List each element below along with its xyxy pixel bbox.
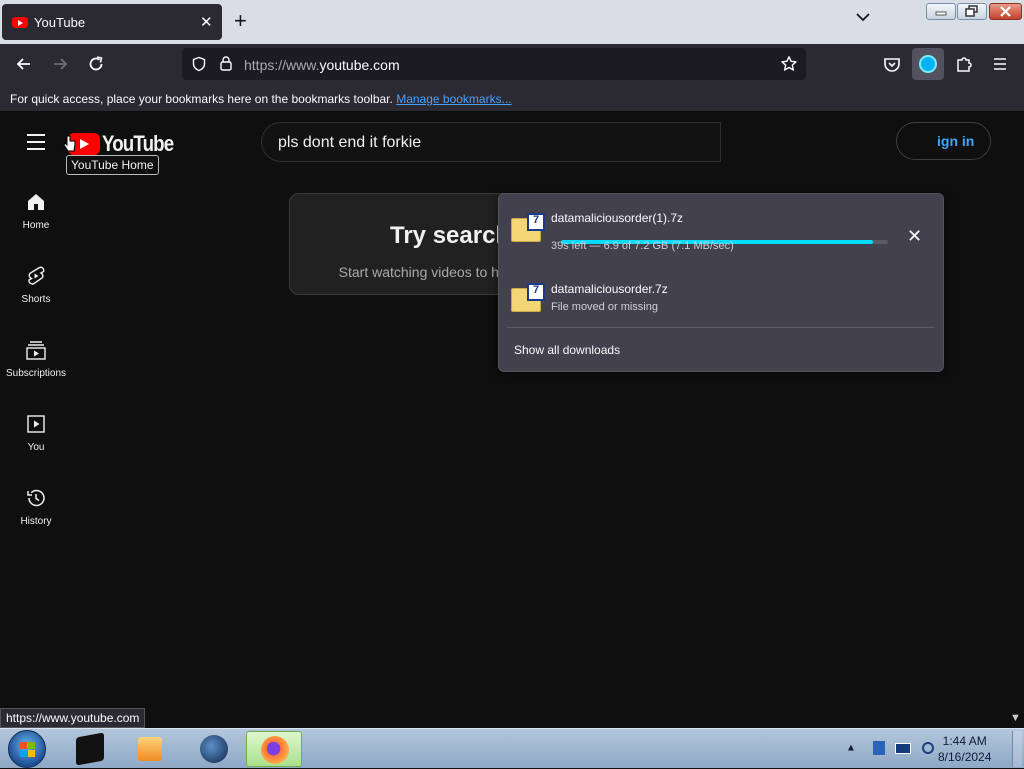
url-text[interactable]: https://www.youtube.com	[244, 57, 400, 73]
taskbar-app-media-player[interactable]	[122, 731, 178, 767]
bookmarks-toolbar: For quick access, place your bookmarks h…	[0, 84, 1024, 112]
hand-cursor-icon	[62, 134, 78, 154]
new-tab-button[interactable]: +	[234, 10, 247, 32]
extensions-button[interactable]	[954, 54, 974, 74]
youtube-page: YouTube YouTube Home pls dont end it for…	[0, 112, 1024, 728]
sidebar-item-you[interactable]: You	[0, 412, 72, 453]
sign-in-button[interactable]: ign in	[896, 122, 991, 160]
address-bar[interactable]: https://www.youtube.com	[182, 48, 806, 80]
system-tray: ▲	[846, 741, 935, 755]
sidebar-item-subscriptions[interactable]: Subscriptions	[0, 338, 72, 379]
taskbar-app-terminal[interactable]	[62, 731, 118, 767]
sidebar-item-shorts[interactable]: Shorts	[0, 264, 72, 305]
cancel-download-button[interactable]: ✕	[907, 226, 922, 247]
shield-icon[interactable]	[191, 56, 207, 72]
puzzle-icon	[957, 57, 972, 72]
download-status: 39s left — 6.9 of 7.2 GB (7.1 MB/sec)	[551, 240, 734, 252]
forward-button[interactable]	[50, 54, 70, 74]
arrow-left-icon	[16, 58, 30, 70]
app-menu-button[interactable]	[990, 54, 1010, 74]
archive-file-icon	[511, 213, 545, 242]
youtube-wordmark: YouTube	[102, 131, 174, 156]
firefox-icon	[261, 736, 289, 764]
taskbar-app-globe[interactable]	[186, 731, 242, 767]
tab-youtube[interactable]: YouTube ✕	[2, 4, 222, 40]
download-item[interactable]: datamaliciousorder.7z File moved or miss…	[509, 274, 933, 334]
manage-bookmarks-link[interactable]: Manage bookmarks...	[396, 92, 511, 106]
hamburger-icon	[994, 58, 1006, 70]
divider	[507, 327, 935, 328]
archive-file-icon	[511, 283, 545, 312]
chevron-down-icon	[856, 13, 870, 22]
minimize-icon	[935, 11, 947, 16]
download-item[interactable]: datamaliciousorder(1).7z 39s left — 6.9 …	[509, 204, 933, 264]
tab-close-button[interactable]: ✕	[200, 13, 213, 31]
tab-strip: YouTube ✕ +	[0, 0, 1024, 44]
sidebar-item-home[interactable]: Home	[0, 190, 72, 231]
sidebar-label-shorts: Shorts	[21, 294, 51, 305]
clock[interactable]: 1:44 AM 8/16/2024	[938, 734, 991, 764]
downloads-panel: datamaliciousorder(1).7z 39s left — 6.9 …	[498, 193, 944, 372]
clock-date: 8/16/2024	[938, 750, 992, 764]
search-input[interactable]: pls dont end it forkie	[278, 134, 421, 152]
bookmark-star-icon[interactable]	[780, 55, 798, 73]
start-button[interactable]	[8, 730, 46, 768]
terminal-box-icon	[76, 732, 104, 766]
show-all-downloads-button[interactable]: Show all downloads	[514, 343, 620, 357]
window-minimize-button[interactable]	[926, 3, 956, 20]
clock-time: 1:44 AM	[942, 734, 987, 748]
history-icon	[24, 486, 48, 510]
download-progress-icon	[919, 55, 937, 73]
pocket-button[interactable]	[882, 54, 902, 74]
youtube-favicon-icon	[12, 17, 28, 28]
globe-icon	[200, 735, 228, 763]
sidebar-label-home: Home	[22, 220, 50, 231]
sidebar-label-history: History	[20, 516, 52, 527]
network-icon[interactable]	[895, 742, 912, 754]
home-icon	[24, 190, 48, 214]
link-status-url: https://www.youtube.com	[0, 708, 146, 728]
guide-menu-button[interactable]	[27, 134, 45, 155]
you-icon	[24, 412, 48, 436]
sign-in-label: ign in	[937, 133, 975, 149]
navigation-toolbar: https://www.youtube.com	[0, 44, 1024, 84]
restore-icon	[965, 5, 978, 17]
show-desktop-button[interactable]	[1012, 731, 1022, 767]
show-hidden-icons-button[interactable]: ▲	[846, 743, 856, 754]
media-player-icon	[138, 737, 162, 761]
action-center-flag-icon[interactable]	[872, 741, 885, 755]
taskbar: ▲ 1:44 AM 8/16/2024	[0, 728, 1024, 768]
bookmarks-hint: For quick access, place your bookmarks h…	[10, 92, 393, 106]
tab-title: YouTube	[34, 15, 86, 30]
reload-button[interactable]	[86, 54, 106, 74]
sidebar-item-history[interactable]: History	[0, 486, 72, 527]
windows-logo-icon	[20, 742, 35, 757]
taskbar-app-firefox[interactable]	[246, 731, 302, 767]
search-box[interactable]: pls dont end it forkie	[261, 122, 721, 162]
list-all-tabs-button[interactable]	[855, 12, 871, 22]
sidebar-label-you: You	[27, 442, 45, 453]
download-status: File moved or missing	[551, 301, 658, 313]
back-button[interactable]	[14, 54, 34, 74]
subscriptions-icon	[24, 338, 48, 362]
window-restore-button[interactable]	[957, 3, 987, 20]
arrow-right-icon	[54, 58, 68, 70]
reload-icon	[89, 56, 103, 71]
close-icon	[1000, 6, 1011, 17]
volume-icon[interactable]	[922, 742, 935, 754]
downloads-button[interactable]	[912, 48, 944, 80]
logo-tooltip: YouTube Home	[66, 155, 159, 175]
pocket-icon	[884, 58, 900, 72]
lock-icon[interactable]	[218, 55, 234, 72]
shorts-icon	[24, 264, 48, 288]
scroll-down-arrow-icon[interactable]: ▼	[1010, 712, 1021, 724]
window-close-button[interactable]	[989, 3, 1022, 20]
download-filename: datamaliciousorder.7z	[551, 282, 668, 296]
sidebar-label-subscriptions: Subscriptions	[5, 368, 67, 379]
url-domain: youtube.com	[319, 57, 400, 73]
download-filename: datamaliciousorder(1).7z	[551, 211, 684, 225]
empty-feed-heading: Try search	[390, 222, 511, 249]
url-prefix: https://www.	[244, 57, 320, 73]
